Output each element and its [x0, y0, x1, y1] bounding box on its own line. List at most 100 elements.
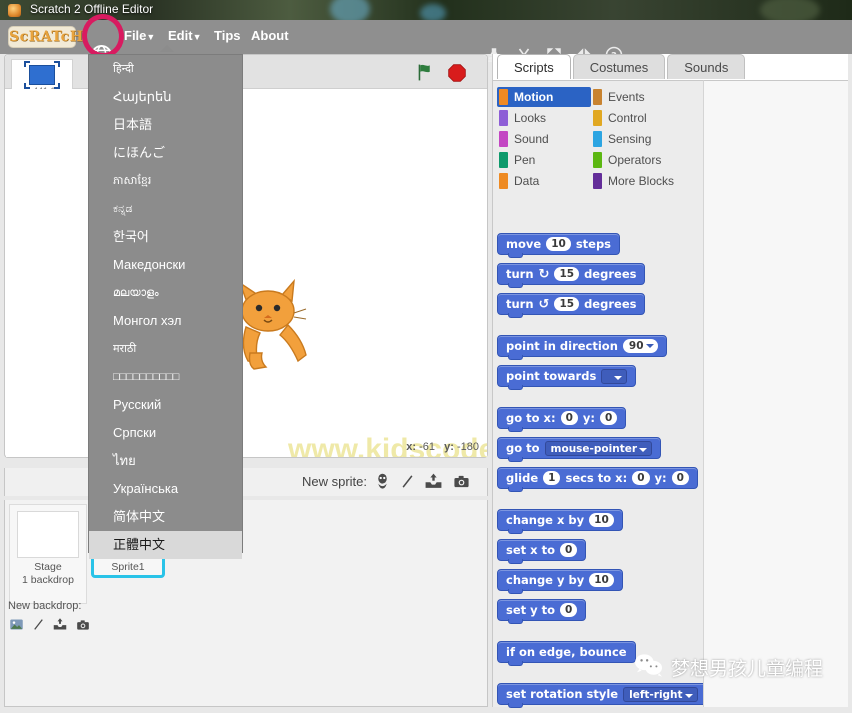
block-input-field[interactable]: 10	[589, 573, 614, 587]
category-label: Sensing	[608, 132, 652, 146]
language-menu-item[interactable]: □□□□□□□□□□	[89, 363, 242, 391]
window-title-bar: Scratch 2 Offline Editor	[0, 0, 852, 20]
block-label: set y to	[506, 603, 556, 617]
block-goto-xy[interactable]: go to x: 0 y: 0	[497, 407, 627, 432]
app-icon	[8, 4, 21, 17]
language-menu-item[interactable]: 日本語	[89, 111, 242, 139]
block-input-field[interactable]: 15	[554, 267, 580, 281]
category-sensing[interactable]: Sensing	[591, 129, 695, 149]
block-row: set x to 0	[497, 539, 703, 564]
tab-costumes[interactable]: Costumes	[572, 54, 666, 79]
new-backdrop-icons	[8, 617, 91, 637]
block-row: set rotation style left-right	[497, 683, 707, 708]
language-menu-item[interactable]: 正體中文	[89, 531, 242, 559]
block-dropdown[interactable]: 90	[622, 339, 658, 353]
block-input-field[interactable]: 0	[559, 543, 578, 557]
coord-y-value: -180	[456, 441, 479, 453]
block-input-field[interactable]: 10	[546, 237, 571, 251]
sprite-library-icon[interactable]	[374, 472, 391, 496]
language-menu-item[interactable]: にほんご	[89, 139, 242, 167]
menu-edit[interactable]: Edit▼	[168, 28, 201, 43]
block-dropdown[interactable]	[601, 368, 628, 384]
block-input-field[interactable]: 15	[554, 297, 580, 311]
block-glide[interactable]: glide 1 secs to x: 0 y: 0	[497, 467, 698, 492]
block-row: point towards	[497, 365, 703, 390]
language-menu-item[interactable]: Українська	[89, 475, 242, 503]
block-dropdown[interactable]: left-right	[623, 686, 698, 702]
menu-tips[interactable]: Tips	[214, 28, 241, 43]
block-input-field[interactable]: 10	[589, 513, 614, 527]
block-input-field[interactable]: 0	[671, 471, 689, 485]
block-bounce[interactable]: if on edge, bounce	[497, 641, 636, 666]
category-motion[interactable]: Motion	[497, 87, 591, 107]
block-dropdown[interactable]: mouse-pointer	[544, 440, 653, 456]
block-turn-ccw[interactable]: turn ↺ 15 degrees	[497, 293, 646, 318]
new-sprite-label: New sprite:	[301, 474, 367, 489]
block-category-list: Motion Events Looks Control Sound Sensin…	[497, 87, 701, 191]
language-menu-item[interactable]: मराठी	[89, 335, 242, 363]
block-point-dir[interactable]: point in direction 90	[497, 335, 667, 360]
block-turn-cw[interactable]: turn ↻ 15 degrees	[497, 263, 646, 288]
menu-about[interactable]: About	[251, 28, 289, 43]
block-label: secs to x:	[565, 471, 628, 485]
stage-selector[interactable]: Stage 1 backdrop	[9, 504, 87, 604]
category-pen[interactable]: Pen	[497, 150, 591, 170]
stop-sign-icon[interactable]	[447, 63, 467, 83]
block-set-x[interactable]: set x to 0	[497, 539, 587, 564]
backdrop-library-icon[interactable]	[8, 617, 25, 637]
block-row: go to mouse-pointer	[497, 437, 703, 462]
category-events[interactable]: Events	[591, 87, 695, 107]
language-menu-item[interactable]: Македонски	[89, 251, 242, 279]
language-menu-item[interactable]: Монгол хэл	[89, 307, 242, 335]
turn-arrow-icon: ↺	[538, 296, 550, 312]
language-menu-item[interactable]: 한국어	[89, 223, 242, 251]
block-input-field[interactable]: 0	[599, 411, 618, 425]
category-operators[interactable]: Operators	[591, 150, 695, 170]
upload-backdrop-icon[interactable]	[52, 617, 68, 637]
block-input-field[interactable]: 0	[560, 603, 578, 617]
language-menu-item[interactable]: हिन्दी	[89, 55, 242, 83]
block-move[interactable]: move 10 steps	[497, 233, 621, 258]
block-row: change x by 10	[497, 509, 703, 534]
window-title: Scratch 2 Offline Editor	[30, 2, 154, 16]
category-more-blocks[interactable]: More Blocks	[591, 171, 695, 191]
tab-sounds[interactable]: Sounds	[667, 54, 746, 79]
language-menu-item[interactable]: ಕನ್ನಡ	[89, 195, 242, 223]
language-menu-item[interactable]: Српски	[89, 419, 242, 447]
tab-scripts[interactable]: Scripts	[497, 54, 571, 79]
camera-sprite-icon[interactable]	[452, 473, 471, 495]
language-menu-item[interactable]: ភាសាខ្មែរ	[89, 167, 242, 195]
category-control[interactable]: Control	[591, 108, 695, 128]
language-menu-item[interactable]: Հայերեն	[89, 83, 242, 111]
block-change-x[interactable]: change x by 10	[497, 509, 623, 534]
block-input-field[interactable]: 0	[560, 411, 578, 425]
language-menu-item[interactable]: 简体中文	[89, 503, 242, 531]
green-flag-icon[interactable]	[415, 63, 435, 82]
camera-backdrop-icon[interactable]	[75, 618, 91, 637]
category-sound[interactable]: Sound	[497, 129, 591, 149]
language-menu-item[interactable]: മലയാളം	[89, 279, 242, 307]
menu-file[interactable]: File▼	[124, 28, 155, 43]
block-set-y[interactable]: set y to 0	[497, 599, 587, 624]
block-rot-style[interactable]: set rotation style left-right	[497, 683, 707, 708]
block-input-field[interactable]: 0	[632, 471, 650, 485]
block-input-field[interactable]: 1	[543, 471, 561, 485]
block-goto-target[interactable]: go to mouse-pointer	[497, 437, 662, 462]
category-label: Control	[608, 111, 647, 125]
category-label: Motion	[514, 90, 554, 104]
category-looks[interactable]: Looks	[497, 108, 591, 128]
language-menu-item[interactable]: ไทย	[89, 447, 242, 475]
paint-backdrop-icon[interactable]	[32, 617, 45, 637]
menu-file-label: File	[124, 28, 147, 43]
block-point-tow[interactable]: point towards	[497, 365, 637, 390]
paint-sprite-icon[interactable]	[400, 472, 415, 496]
category-label: Operators	[608, 153, 662, 167]
upload-sprite-icon[interactable]	[424, 472, 443, 496]
script-workspace[interactable]	[703, 80, 848, 707]
block-change-y[interactable]: change y by 10	[497, 569, 623, 594]
block-label: glide	[506, 471, 539, 485]
language-menu-item[interactable]: Русский	[89, 391, 242, 419]
block-label: go to x:	[506, 411, 556, 425]
stage-canvas[interactable]: www.kidscode.cn x: -61 y: -180	[6, 89, 487, 457]
category-data[interactable]: Data	[497, 171, 591, 191]
